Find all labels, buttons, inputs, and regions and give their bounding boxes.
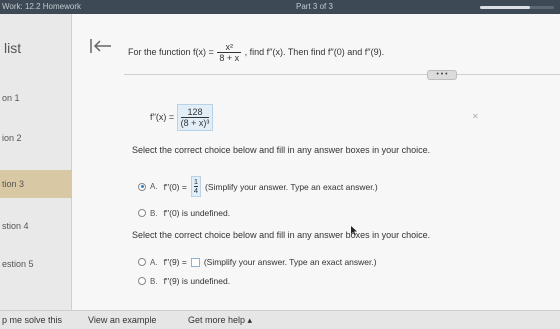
choice-b-text: f′′(9) is undefined.: [163, 276, 231, 286]
part2-choice-b[interactable]: B. f′′(9) is undefined.: [138, 276, 230, 286]
question-item-label: estion 5: [2, 259, 34, 269]
prompt-prefix: For the function f(x) =: [128, 46, 214, 57]
part2-choice-a[interactable]: A. f′′(9) = (Simplify your answer. Type …: [138, 257, 377, 267]
choice-a-lhs: f′′(9) =: [163, 257, 187, 267]
answer-input-f9[interactable]: [190, 257, 200, 267]
radio-unselected-icon[interactable]: [138, 209, 146, 217]
question-item-5[interactable]: estion 5: [0, 250, 72, 278]
function-denominator: 8 + x: [219, 53, 240, 63]
function-fraction: x² 8 + x: [217, 42, 242, 63]
choice-a-note: (Simplify your answer. Type an exact ans…: [205, 181, 378, 192]
get-more-help-button[interactable]: Get more help ▴: [188, 315, 252, 326]
progress-bar: [480, 6, 554, 9]
formula-lhs: f′′(x) =: [150, 111, 175, 122]
bottom-help-bar: p me solve this View an example Get more…: [0, 310, 560, 329]
question-prompt: For the function f(x) = x² 8 + x , find …: [128, 42, 384, 63]
function-numerator: x²: [217, 42, 242, 53]
formula-numerator: 128: [180, 107, 210, 118]
radio-unselected-icon[interactable]: [138, 258, 146, 266]
question-item-label: on 1: [2, 93, 20, 103]
second-derivative-result: f′′(x) = 128 (8 + x)³: [150, 104, 214, 131]
view-example-button[interactable]: View an example: [88, 315, 156, 325]
mouse-cursor-icon: [351, 226, 357, 236]
part1-choice-b[interactable]: B. f′′(0) is undefined.: [138, 208, 230, 218]
choice-letter: B.: [150, 208, 158, 218]
more-options-button[interactable]: • • •: [427, 70, 457, 80]
choice-letter: A.: [150, 182, 158, 191]
progress-fill: [480, 6, 531, 9]
formula-answer-box: 128 (8 + x)³: [176, 104, 214, 131]
question-item-1[interactable]: on 1: [0, 84, 72, 112]
choice-a-note: (Simplify your answer. Type an exact ans…: [203, 257, 377, 267]
radio-selected-icon[interactable]: [138, 182, 146, 191]
help-me-solve-button[interactable]: p me solve this: [2, 315, 62, 325]
question-item-label: stion 4: [2, 221, 29, 231]
section-divider: [124, 74, 560, 75]
question-list-panel: list on 1 ion 2 tion 3 stion 4 estion 5: [0, 14, 72, 310]
choice-a-lhs: f′′(0) =: [163, 181, 187, 192]
part1-choice-a[interactable]: A. f′′(0) = 1 4 (Simplify your answer. T…: [138, 176, 378, 197]
answer-denominator: 4: [193, 186, 198, 195]
assignment-title: Work: 12.2 Homework: [2, 2, 81, 11]
answer-input-f0[interactable]: 1 4: [190, 176, 201, 197]
collapse-arrow-icon[interactable]: [89, 38, 113, 54]
choice-letter: B.: [150, 276, 158, 286]
question-item-4[interactable]: stion 4: [0, 212, 72, 240]
question-item-label: ion 2: [2, 133, 22, 143]
choice-letter: A.: [150, 257, 158, 267]
close-mark-icon: ✕: [472, 112, 479, 121]
question-item-3[interactable]: tion 3: [0, 170, 72, 198]
prompt-suffix: , find f′′(x). Then find f′′(0) and f′′(…: [244, 46, 385, 57]
choice-b-text: f′′(0) is undefined.: [163, 208, 231, 218]
part1-instruction: Select the correct choice below and fill…: [132, 145, 431, 155]
formula-denominator: (8 + x)³: [180, 118, 210, 128]
part2-instruction: Select the correct choice below and fill…: [132, 230, 431, 240]
part-indicator: Part 3 of 3: [296, 2, 333, 11]
question-item-label: tion 3: [2, 179, 25, 189]
question-list-title: list: [4, 40, 22, 56]
radio-unselected-icon[interactable]: [138, 277, 146, 285]
top-bar: Work: 12.2 Homework Part 3 of 3: [0, 0, 560, 14]
question-item-2[interactable]: ion 2: [0, 124, 72, 152]
